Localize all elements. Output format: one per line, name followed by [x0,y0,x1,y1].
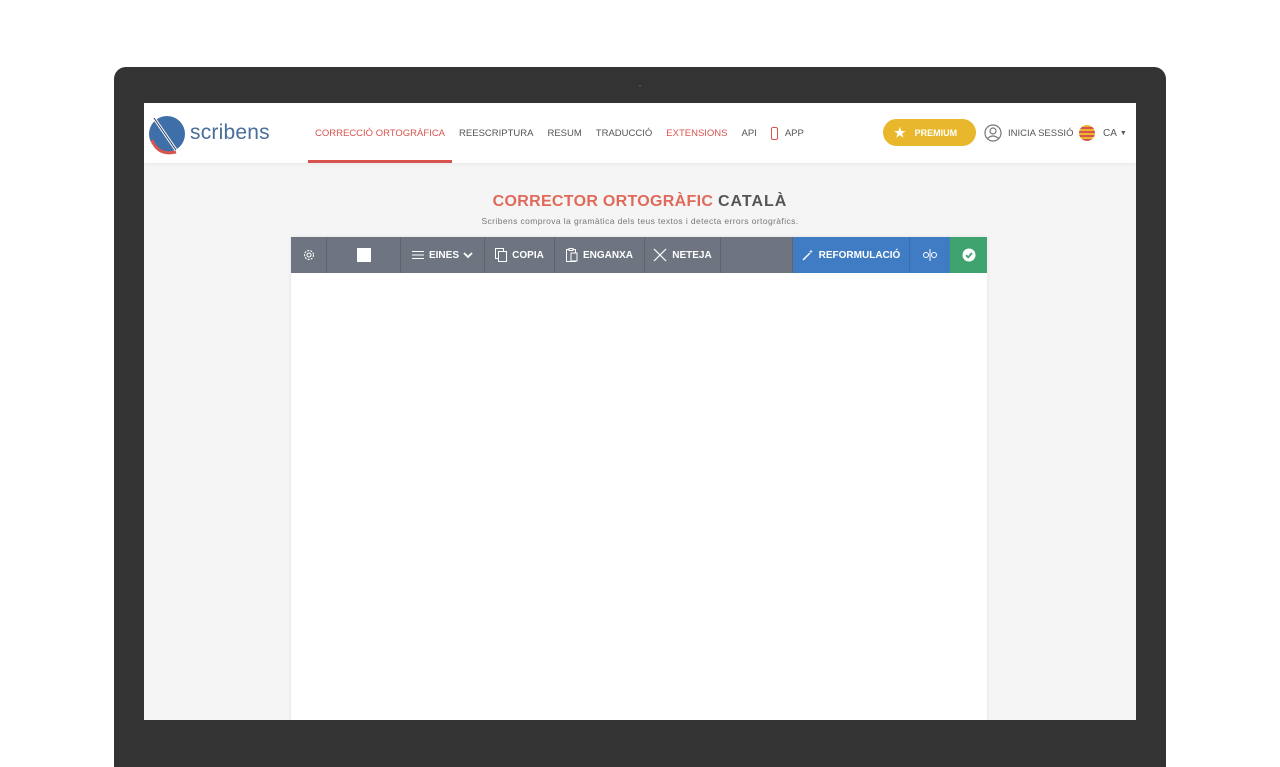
page-subtitle: Scribens comprova la gramàtica dels teus… [481,216,799,226]
scribens-logo-icon [149,116,185,155]
nav-item-app[interactable]: APP [764,103,811,163]
browser-screen: scribens CORRECCIÓ ORTOGRÀFICA REESCRIPT… [144,103,1136,720]
copy-icon [495,248,508,262]
check-button[interactable] [950,237,987,273]
editor-panel: EINES COPIA ENGANXA NETEJA REFORMULACIÓ [291,237,987,720]
nav-item-correccio[interactable]: CORRECCIÓ ORTOGRÀFICA [308,103,453,163]
caret-down-icon: ▼ [1119,129,1127,137]
menu-lines-icon [411,251,424,259]
page-title: CORRECTOR ORTOGRÀFIC CATALÀ [144,193,1136,211]
reformulacio-label: REFORMULACIÓ [818,249,901,261]
language-label: CA [1103,127,1117,139]
login-label: INICIA SESSIÓ [1008,127,1074,139]
nav-item-reescriptura[interactable]: REESCRIPTURA [452,103,540,163]
premium-label: PREMIUM [914,127,958,138]
page-title-part1: CORRECTOR ORTOGRÀFIC [492,193,714,210]
site-header: scribens CORRECCIÓ ORTOGRÀFICA REESCRIPT… [144,103,1136,163]
settings-button[interactable] [291,237,327,273]
eines-menu-button[interactable]: EINES [401,237,485,273]
toolbar-spacer [721,237,793,273]
square-icon [356,248,371,262]
reformulation-button[interactable]: REFORMULACIÓ [793,237,910,273]
editor-toolbar: EINES COPIA ENGANXA NETEJA REFORMULACIÓ [291,237,987,273]
gear-icon [303,249,314,261]
text-editor-area[interactable] [291,273,987,720]
magic-wand-icon [802,249,813,261]
nav-item-traduccio[interactable]: TRADUCCIÓ [589,103,659,163]
catalan-flag-icon [1079,125,1095,141]
compare-button[interactable] [910,237,950,273]
close-icon [653,248,667,262]
language-selector[interactable]: CA ▼ [1079,122,1127,144]
nav-item-extensions[interactable]: EXTENSIONS [659,103,734,163]
premium-button[interactable]: ★ PREMIUM [883,119,976,146]
nav-item-app-label: APP [784,127,804,139]
copia-label: COPIA [512,249,544,261]
logo[interactable]: scribens [146,109,286,157]
paste-button[interactable]: ENGANXA [555,237,645,273]
paste-icon [565,248,578,262]
format-button[interactable] [327,237,401,273]
clear-button[interactable]: NETEJA [645,237,721,273]
login-link[interactable]: INICIA SESSIÓ [984,122,1073,144]
phone-icon [770,126,778,140]
nav-item-api[interactable]: API [735,103,764,163]
main-nav: CORRECCIÓ ORTOGRÀFICA REESCRIPTURA RESUM… [308,103,811,163]
eines-label: EINES [428,249,459,261]
copy-button[interactable]: COPIA [485,237,555,273]
page-title-part2: CATALÀ [717,193,788,210]
check-circle-icon [962,248,975,262]
neteja-label: NETEJA [672,249,712,261]
chevron-down-icon [463,251,473,258]
brand-name: scribens [190,121,270,144]
compare-icon [923,249,937,261]
star-icon: ★ [894,124,906,140]
user-icon [984,124,1002,142]
nav-item-resum[interactable]: RESUM [540,103,588,163]
camera-dot [639,85,641,87]
enganxa-label: ENGANXA [582,249,633,261]
